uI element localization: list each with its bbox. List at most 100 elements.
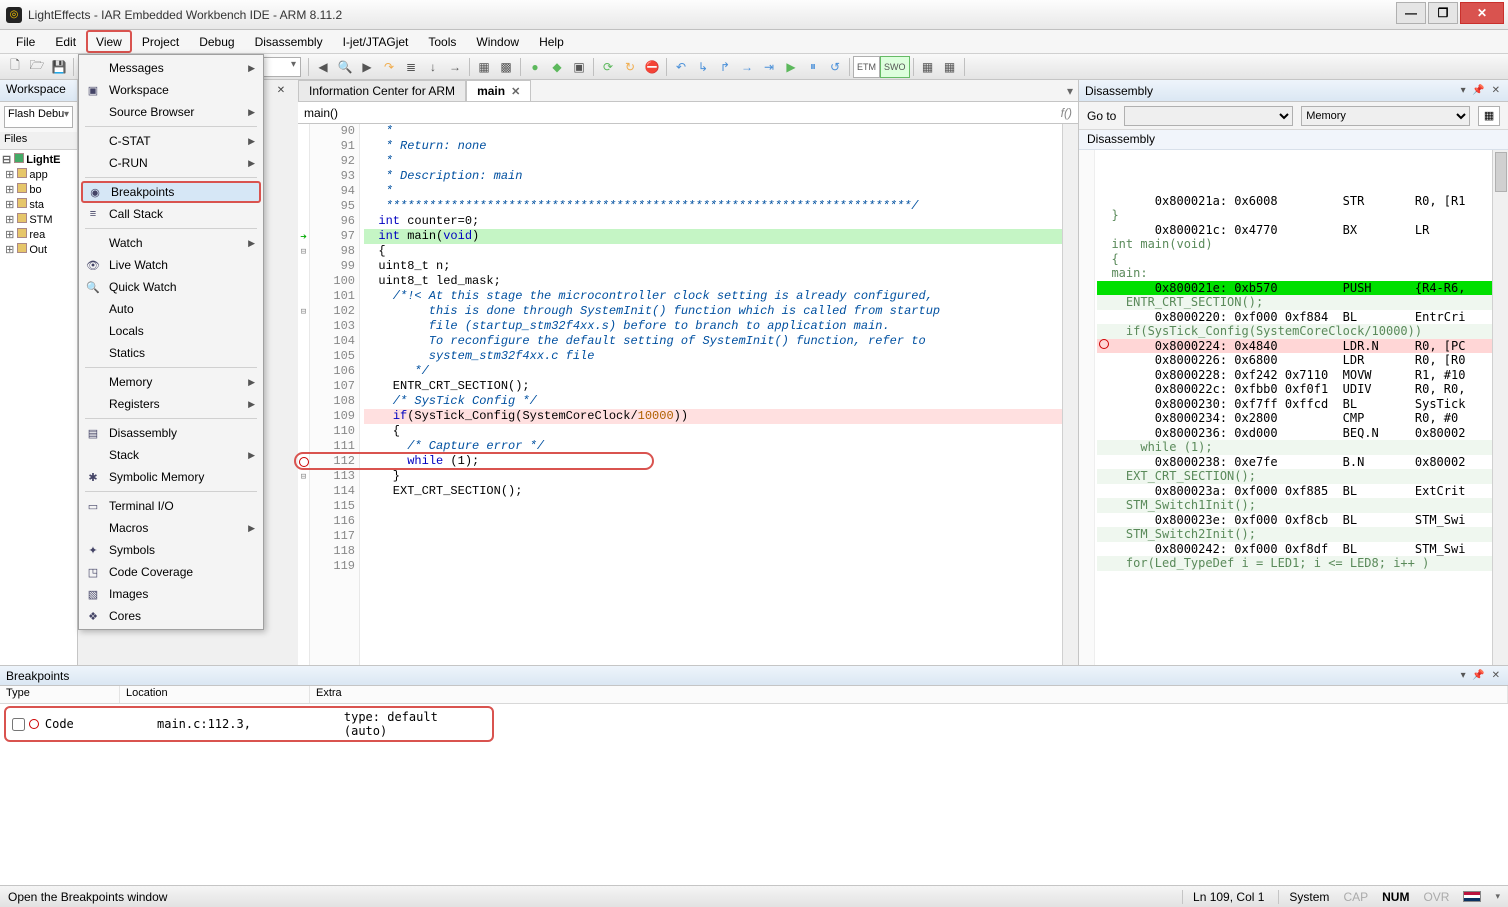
open-button[interactable]: 🗁: [26, 56, 48, 78]
breakpoint-row[interactable]: Code main.c:112.3, type: default (auto): [4, 706, 494, 742]
panel-pin-icons[interactable]: ▾ 📌 ✕: [1461, 85, 1502, 96]
step-next-button[interactable]: →: [736, 56, 758, 78]
nav-right-button[interactable]: →: [444, 56, 466, 78]
tree-node[interactable]: ⊞ rea: [2, 227, 75, 242]
step-over-button[interactable]: ↶: [670, 56, 692, 78]
etm-badge[interactable]: ETM: [853, 56, 880, 78]
nav-search-button[interactable]: 🔍: [334, 56, 356, 78]
reset-button[interactable]: ↺: [824, 56, 846, 78]
stop-build-button[interactable]: ▣: [568, 56, 590, 78]
step-into-button[interactable]: ↳: [692, 56, 714, 78]
menu-item-watch[interactable]: Watch▶: [81, 232, 261, 254]
build-all-button[interactable]: ▩: [495, 56, 517, 78]
memory-combo[interactable]: Memory: [1301, 106, 1470, 126]
new-file-button[interactable]: 🗋: [4, 56, 26, 78]
menu-item-statics[interactable]: Statics: [81, 342, 261, 364]
menu-project[interactable]: Project: [132, 30, 189, 53]
menu-item-cores[interactable]: ❖Cores: [81, 605, 261, 627]
maximize-button[interactable]: ❐: [1428, 2, 1458, 24]
function-indicator[interactable]: main() f(): [298, 102, 1078, 124]
menu-item-macros[interactable]: Macros▶: [81, 517, 261, 539]
tree-node[interactable]: ⊞ Out: [2, 242, 75, 257]
menu-item-breakpoints[interactable]: ◉Breakpoints: [81, 181, 261, 203]
language-flag-icon[interactable]: [1463, 891, 1481, 902]
menu-item-symbols[interactable]: ✦Symbols: [81, 539, 261, 561]
disasm-toggle-button[interactable]: ▦: [1478, 106, 1500, 126]
menu-item-c-stat[interactable]: C-STAT▶: [81, 130, 261, 152]
nav-back-button[interactable]: ◀: [312, 56, 334, 78]
goto-combo[interactable]: [1124, 106, 1293, 126]
menu-item-terminal-i-o[interactable]: ▭Terminal I/O: [81, 495, 261, 517]
menu-ijetjtagjet[interactable]: I-jet/JTAGjet: [333, 30, 419, 53]
menu-item-workspace[interactable]: ▣Workspace: [81, 79, 261, 101]
menu-item-messages[interactable]: Messages▶: [81, 57, 261, 79]
download-button[interactable]: ◆: [546, 56, 568, 78]
status-bar: Open the Breakpoints window Ln 109, Col …: [0, 885, 1508, 907]
menu-item-images[interactable]: ▧Images: [81, 583, 261, 605]
menu-file[interactable]: File: [6, 30, 45, 53]
debug-stop-button[interactable]: ⛔: [641, 56, 663, 78]
menu-item-registers[interactable]: Registers▶: [81, 393, 261, 415]
close-button[interactable]: ✕: [1460, 2, 1504, 24]
breakpoint-circle-icon: [29, 719, 39, 729]
language-dropdown-icon[interactable]: ▾: [1495, 891, 1500, 902]
menu-item-stack[interactable]: Stack▶: [81, 444, 261, 466]
view-menu-dropdown: Messages▶▣WorkspaceSource Browser▶ C-STAT…: [78, 54, 264, 630]
breakpoint-enable-checkbox[interactable]: [12, 718, 25, 731]
menu-tools[interactable]: Tools: [418, 30, 466, 53]
nav-up-button[interactable]: ↷: [378, 56, 400, 78]
bp-panel-pin-icons[interactable]: ▾ 📌 ✕: [1461, 670, 1502, 681]
step-out-button[interactable]: ↱: [714, 56, 736, 78]
tree-node[interactable]: ⊞ sta: [2, 197, 75, 212]
config-select[interactable]: Flash Debu: [4, 106, 73, 128]
tab-main[interactable]: main ✕: [466, 80, 531, 101]
menu-item-memory[interactable]: Memory▶: [81, 371, 261, 393]
tree-node[interactable]: ⊞ bo: [2, 182, 75, 197]
tabs-dropdown-button[interactable]: ▾: [1062, 80, 1078, 101]
swo-badge[interactable]: SWO: [880, 56, 910, 78]
menu-debug[interactable]: Debug: [189, 30, 244, 53]
menu-item-live-watch[interactable]: 👁Live Watch: [81, 254, 261, 276]
menu-edit[interactable]: Edit: [45, 30, 86, 53]
menu-item-symbolic-memory[interactable]: ✱Symbolic Memory: [81, 466, 261, 488]
menu-item-c-run[interactable]: C-RUN▶: [81, 152, 261, 174]
menu-item-icon: ◳: [85, 564, 101, 580]
col-extra[interactable]: Extra: [310, 686, 1508, 703]
close-tab-icon[interactable]: ✕: [511, 85, 520, 98]
col-type[interactable]: Type: [0, 686, 120, 703]
menu-item-quick-watch[interactable]: 🔍Quick Watch: [81, 276, 261, 298]
menu-view[interactable]: View: [86, 30, 132, 53]
pause-button[interactable]: ⏸: [802, 56, 824, 78]
run-to-cursor-button[interactable]: ⇥: [758, 56, 780, 78]
trace-1-button[interactable]: ▦: [917, 56, 939, 78]
panel-close-icon[interactable]: ✕: [271, 83, 291, 97]
save-button[interactable]: 💾: [48, 56, 70, 78]
menu-item-call-stack[interactable]: ≡Call Stack: [81, 203, 261, 225]
tab-info-center[interactable]: Information Center for ARM: [298, 80, 466, 101]
menu-item-disassembly[interactable]: ▤Disassembly: [81, 422, 261, 444]
menu-item-icon: ❖: [85, 608, 101, 624]
menu-window[interactable]: Window: [466, 30, 529, 53]
tree-node[interactable]: ⊞ app: [2, 167, 75, 182]
nav-list-button[interactable]: ≣: [400, 56, 422, 78]
menu-item-locals[interactable]: Locals: [81, 320, 261, 342]
toggle-bp-button[interactable]: ●: [524, 56, 546, 78]
menu-item-source-browser[interactable]: Source Browser▶: [81, 101, 261, 123]
trace-2-button[interactable]: ▦: [939, 56, 961, 78]
nav-forward-button[interactable]: ▶: [356, 56, 378, 78]
minimize-button[interactable]: —: [1396, 2, 1426, 24]
menu-item-code-coverage[interactable]: ◳Code Coverage: [81, 561, 261, 583]
col-location[interactable]: Location: [120, 686, 310, 703]
tab-main-label: main: [477, 84, 505, 98]
menu-item-icon: ◉: [87, 184, 103, 200]
menu-disassembly[interactable]: Disassembly: [245, 30, 333, 53]
build-button[interactable]: ▦: [473, 56, 495, 78]
go-button[interactable]: ▶: [780, 56, 802, 78]
tree-root-label[interactable]: LightE: [26, 154, 60, 166]
debug-go-button[interactable]: ⟳: [597, 56, 619, 78]
menu-item-auto[interactable]: Auto: [81, 298, 261, 320]
nav-down-button[interactable]: ↓: [422, 56, 444, 78]
tree-node[interactable]: ⊞ STM: [2, 212, 75, 227]
menu-help[interactable]: Help: [529, 30, 574, 53]
debug-restart-button[interactable]: ↻: [619, 56, 641, 78]
